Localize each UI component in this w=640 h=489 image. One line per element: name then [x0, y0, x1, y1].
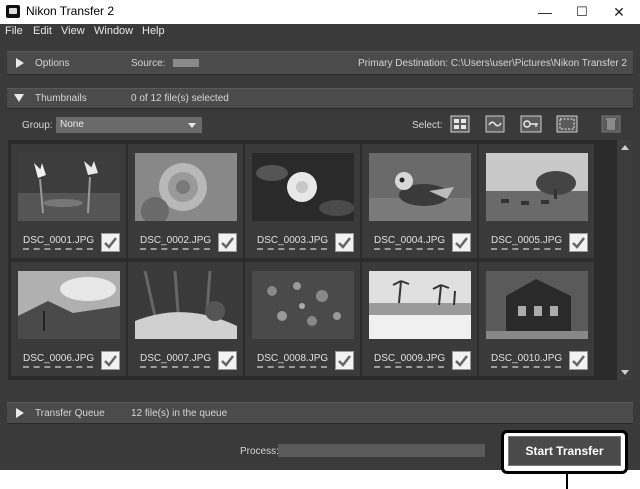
thumbnail-rating	[374, 366, 444, 368]
thumbnail-item[interactable]: DSC_0010.JPG	[479, 262, 594, 376]
select-label: Select:	[412, 120, 443, 131]
menu-bar: File Edit View Window Help	[0, 24, 640, 40]
thumbnail-item[interactable]: DSC_0003.JPG	[245, 144, 360, 258]
checkmark-icon[interactable]	[218, 351, 237, 370]
minimize-button[interactable]: —	[530, 2, 560, 22]
queue-status: 12 file(s) in the queue	[131, 408, 228, 419]
checkmark-icon[interactable]	[452, 233, 471, 252]
checkmark-icon[interactable]	[335, 233, 354, 252]
start-transfer-label: Start Transfer	[525, 444, 604, 458]
source-label: Source:	[131, 58, 166, 69]
checkmark-icon[interactable]	[569, 233, 588, 252]
thumbnail-filename: DSC_0005.JPG	[491, 235, 563, 246]
title-bar: Nikon Transfer 2 — ☐ ✕	[0, 0, 640, 24]
expand-triangle-icon[interactable]	[16, 408, 24, 418]
group-dropdown[interactable]: None	[56, 117, 202, 133]
menu-file[interactable]: File	[5, 25, 23, 37]
app-window: Nikon Transfer 2 — ☐ ✕ File Edit View Wi…	[0, 0, 640, 470]
thumbnail-rating	[23, 366, 93, 368]
chevron-down-icon	[188, 123, 196, 128]
select-key-icon[interactable]	[520, 115, 542, 133]
thumbnail-filename: DSC_0008.JPG	[257, 353, 329, 364]
menu-edit[interactable]: Edit	[33, 25, 52, 37]
source-value	[173, 59, 199, 67]
thumbnails-header: Thumbnails 0 of 12 file(s) selected	[7, 88, 633, 109]
menu-window[interactable]: Window	[94, 25, 133, 37]
menu-view[interactable]: View	[61, 25, 85, 37]
thumbnail-rating	[23, 248, 93, 250]
thumbnail-image	[252, 153, 354, 221]
options-label[interactable]: Options	[35, 58, 69, 69]
thumbnail-item[interactable]: DSC_0005.JPG	[479, 144, 594, 258]
thumbnail-image	[369, 271, 471, 339]
thumbnails-label[interactable]: Thumbnails	[35, 93, 87, 104]
thumbnail-grid: DSC_0001.JPG DSC_0002.JPG DSC_0003.JPG D…	[8, 140, 617, 380]
start-transfer-button[interactable]: Start Transfer	[508, 436, 621, 466]
select-wave-icon[interactable]	[485, 115, 505, 133]
expand-triangle-icon[interactable]	[16, 58, 24, 68]
checkmark-icon[interactable]	[218, 233, 237, 252]
thumbnail-item[interactable]: DSC_0001.JPG	[11, 144, 126, 258]
thumbnail-filename: DSC_0010.JPG	[491, 353, 563, 364]
group-label: Group:	[22, 120, 53, 131]
thumbnail-filename: DSC_0006.JPG	[23, 353, 95, 364]
thumbnail-filename: DSC_0003.JPG	[257, 235, 329, 246]
transfer-queue-panel: Transfer Queue 12 file(s) in the queue	[7, 402, 633, 424]
thumbnail-item[interactable]: DSC_0007.JPG	[128, 262, 243, 376]
callout-line	[566, 474, 568, 489]
selection-status: 0 of 12 file(s) selected	[131, 93, 229, 104]
thumbnail-rating	[257, 366, 327, 368]
thumbnail-rating	[491, 366, 561, 368]
process-progress-bar	[278, 444, 485, 457]
checkmark-icon[interactable]	[569, 351, 588, 370]
app-icon	[6, 5, 20, 18]
menu-help[interactable]: Help	[142, 25, 165, 37]
thumbnail-scrollbar[interactable]	[617, 140, 632, 380]
thumbnail-image	[135, 271, 237, 339]
scroll-up-icon[interactable]	[621, 145, 629, 150]
thumbnail-item[interactable]: DSC_0006.JPG	[11, 262, 126, 376]
checkmark-icon[interactable]	[101, 233, 120, 252]
thumbnail-image	[486, 271, 588, 339]
thumbnail-filename: DSC_0009.JPG	[374, 353, 446, 364]
thumbnail-rating	[491, 248, 561, 250]
scroll-down-icon[interactable]	[621, 370, 629, 375]
thumbnail-rating	[140, 248, 210, 250]
thumbnail-image	[369, 153, 471, 221]
thumbnail-image	[18, 153, 120, 221]
thumbnail-image	[252, 271, 354, 339]
primary-destination: Primary Destination: C:\Users\user\Pictu…	[358, 58, 627, 69]
close-button[interactable]: ✕	[604, 2, 634, 22]
group-value: None	[60, 119, 84, 130]
thumbnail-image	[486, 153, 588, 221]
thumbnail-filename: DSC_0001.JPG	[23, 235, 95, 246]
thumbnail-item[interactable]: DSC_0009.JPG	[362, 262, 477, 376]
thumbnail-image	[18, 271, 120, 339]
thumbnail-item[interactable]: DSC_0008.JPG	[245, 262, 360, 376]
transfer-queue-label[interactable]: Transfer Queue	[35, 408, 105, 419]
thumbnail-item[interactable]: DSC_0002.JPG	[128, 144, 243, 258]
thumbnail-filename: DSC_0004.JPG	[374, 235, 446, 246]
thumbnail-rating	[257, 248, 327, 250]
checkmark-icon[interactable]	[452, 351, 471, 370]
thumbnail-rating	[140, 366, 210, 368]
thumbnail-item[interactable]: DSC_0004.JPG	[362, 144, 477, 258]
process-label: Process:	[240, 446, 279, 457]
checkmark-icon[interactable]	[101, 351, 120, 370]
trash-icon[interactable]	[601, 115, 621, 133]
thumbnail-filename: DSC_0007.JPG	[140, 353, 212, 364]
thumbnail-image	[135, 153, 237, 221]
select-grid-icon[interactable]	[450, 115, 470, 133]
maximize-button[interactable]: ☐	[567, 2, 597, 22]
options-panel: Options Source: Primary Destination: C:\…	[7, 51, 633, 75]
select-frame-icon[interactable]	[556, 115, 578, 133]
thumbnail-rating	[374, 248, 444, 250]
collapse-triangle-icon[interactable]	[14, 94, 24, 102]
window-title: Nikon Transfer 2	[26, 4, 115, 18]
thumbnail-filename: DSC_0002.JPG	[140, 235, 212, 246]
checkmark-icon[interactable]	[335, 351, 354, 370]
